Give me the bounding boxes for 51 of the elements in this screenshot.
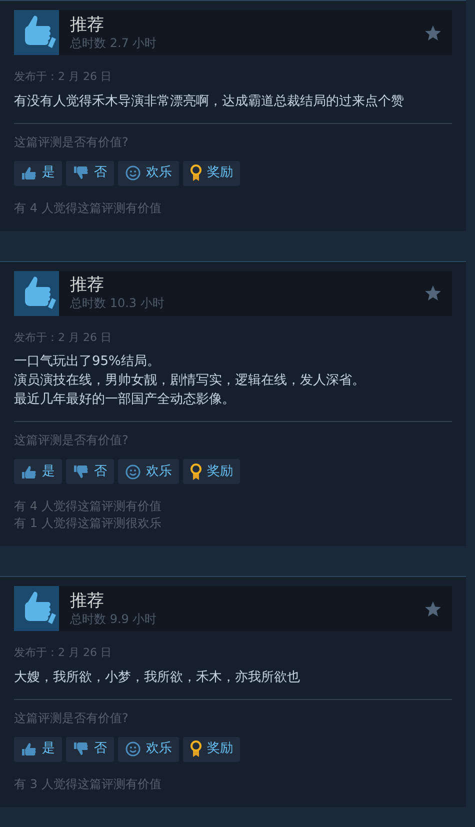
review-text: 一口气玩出了95%结局。 xyxy=(14,353,161,371)
verdict-title: 推荐 xyxy=(70,592,105,610)
smiley-icon xyxy=(125,165,141,181)
smiley-icon xyxy=(125,464,141,480)
award-ribbon-icon xyxy=(190,462,202,480)
vote-button[interactable]: 奖励 xyxy=(183,160,240,186)
award-ribbon-icon xyxy=(190,164,202,182)
award-ribbon-icon xyxy=(190,740,202,758)
star-icon[interactable] xyxy=(424,24,442,42)
smiley-icon xyxy=(125,741,141,757)
helpful-count: 有 1 人觉得这篇评测很欢乐 xyxy=(14,515,162,532)
vote-button[interactable]: 欢乐 xyxy=(118,160,179,186)
review-text: 演员演技在线，男帅女靓，剧情写实，逻辑在线，发人深省。 xyxy=(14,372,366,390)
vote-button[interactable]: 是 xyxy=(14,160,62,186)
thumbs-down-icon xyxy=(73,741,89,757)
thumbs-up-icon xyxy=(21,741,37,757)
posted-date: 发布于：2 月 26 日 xyxy=(14,69,112,85)
posted-date: 发布于：2 月 26 日 xyxy=(14,645,112,661)
vote-button[interactable]: 奖励 xyxy=(183,459,240,484)
playtime-text: 总时数 10.3 小时 xyxy=(70,297,166,309)
review-text: 最近几年最好的一部国产全动态影像。 xyxy=(14,391,236,409)
helpful-count: 有 4 人觉得这篇评测有价值 xyxy=(14,498,162,515)
playtime-text: 总时数 9.9 小时 xyxy=(70,612,158,624)
helpful-question: 这篇评测是否有价值? xyxy=(14,710,130,726)
helpful-question: 这篇评测是否有价值? xyxy=(14,432,130,449)
vote-button[interactable]: 是 xyxy=(14,736,62,762)
vote-button[interactable]: 是 xyxy=(14,459,62,484)
playtime-text: 总时数 2.7 小时 xyxy=(70,36,158,48)
helpful-count: 有 4 人觉得这篇评测有价值 xyxy=(14,200,162,216)
posted-date: 发布于：2 月 26 日 xyxy=(14,330,112,346)
thumbs-up-icon xyxy=(21,165,37,181)
vote-button[interactable]: 否 xyxy=(66,459,114,484)
review-text: 有没有人觉得禾木导演非常漂亮啊，达成霸道总裁结局的过来点个赞 xyxy=(14,92,405,110)
verdict-title: 推荐 xyxy=(70,277,105,294)
vote-button[interactable]: 奖励 xyxy=(183,736,240,762)
thumbs-down-icon xyxy=(73,165,89,181)
star-icon[interactable] xyxy=(424,600,442,618)
thumbs-up-icon xyxy=(21,464,37,480)
thumbs-up-icon xyxy=(14,586,59,631)
review-text: 大嫂，我所欲，小梦，我所欲，禾木，亦我所欲也 xyxy=(14,668,301,686)
helpful-question: 这篇评测是否有价值? xyxy=(14,134,130,150)
vote-button[interactable]: 欢乐 xyxy=(118,736,179,762)
thumbs-up-icon xyxy=(14,270,59,316)
vote-button[interactable]: 欢乐 xyxy=(118,459,179,484)
vote-button[interactable]: 否 xyxy=(66,160,114,186)
vote-button[interactable]: 否 xyxy=(66,736,114,762)
thumbs-down-icon xyxy=(73,464,89,480)
thumbs-up-icon xyxy=(14,10,59,55)
star-icon[interactable] xyxy=(424,284,442,302)
helpful-count: 有 3 人觉得这篇评测有价值 xyxy=(14,776,162,792)
verdict-title: 推荐 xyxy=(70,16,105,34)
